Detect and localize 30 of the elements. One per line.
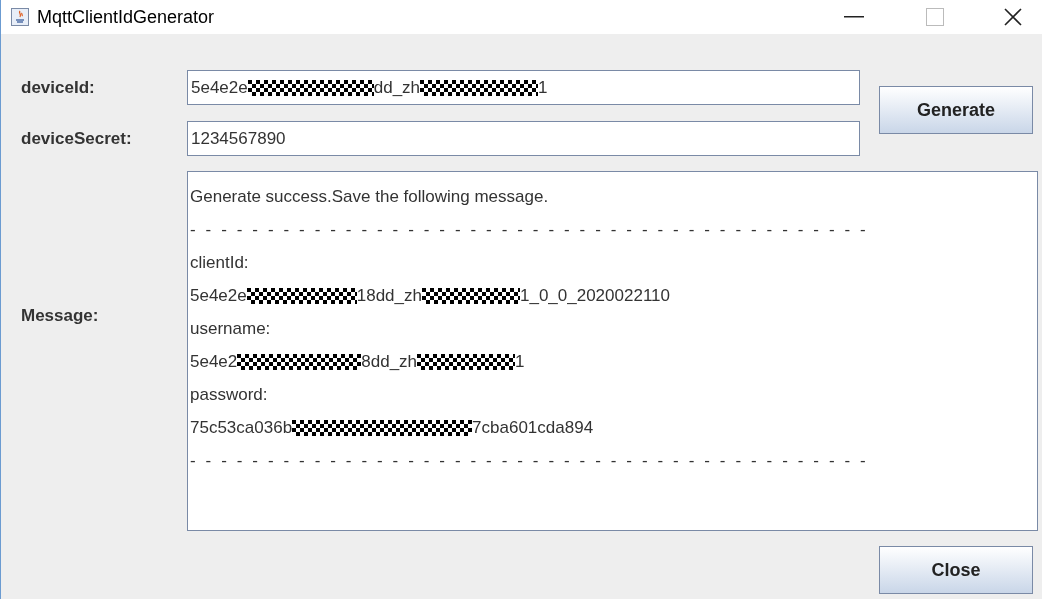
field-value: 1 (538, 76, 548, 99)
message-text: 1_0_0_2020022110 (519, 284, 670, 307)
message-text: 7cba601cda894 (472, 416, 594, 439)
message-text: 5e4e2e (190, 284, 247, 307)
separator-line: - - - - - - - - - - - - - - - - - - - - - - - - - - - - - - - - - - - - - - - - - - - - (190, 218, 869, 241)
separator-line: - - - - - - - - - - - - - - - - - - - - - - - - - - - - - - - - - - - - - - - - - - - - (190, 449, 869, 472)
message-text: 8dd_zh (361, 350, 418, 373)
message-text: 5e4e2 (190, 350, 238, 373)
field-label: deviceId: (21, 76, 95, 99)
message-text: username: (190, 317, 271, 340)
message-text: 18dd_zh (356, 284, 422, 307)
field-label: Message: (21, 305, 99, 328)
field-value: 1234567890 (191, 127, 286, 150)
message-text: Generate success.Save the following message. (190, 185, 549, 208)
text-field[interactable]: 5e4e2e dd_zh 1 (187, 70, 860, 105)
message-text: 1 (515, 350, 525, 373)
message-text: 75c53ca036b (190, 416, 293, 439)
close-icon[interactable] (1004, 8, 1022, 26)
app-icon (11, 8, 29, 26)
minimize-icon[interactable] (844, 16, 864, 18)
message-text: clientId: (190, 251, 249, 274)
field-label: deviceSecret: (21, 127, 132, 150)
window-title: MqttClientIdGenerator (37, 5, 215, 29)
field-value: 5e4e2e (191, 76, 248, 99)
message-area[interactable] (187, 171, 1038, 531)
field-value: dd_zh (373, 76, 421, 99)
text-field[interactable]: 1234567890 (187, 121, 860, 156)
message-text: password: (190, 383, 268, 406)
close-button[interactable]: Close (879, 546, 1033, 594)
generate-button[interactable]: Generate (879, 86, 1033, 134)
